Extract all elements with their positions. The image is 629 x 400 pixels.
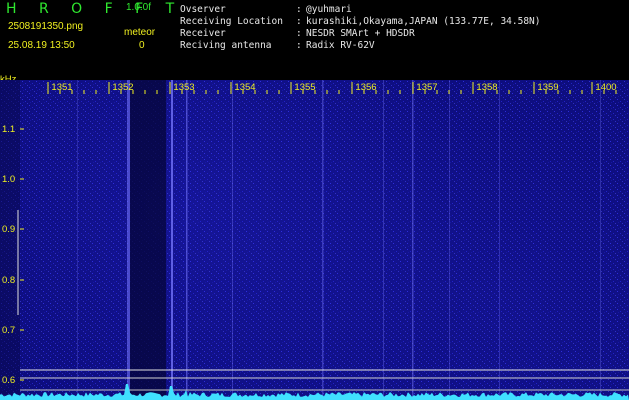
carrier-line bbox=[412, 80, 414, 400]
info-receiver-label: Receiver bbox=[180, 28, 226, 39]
freq-label-1352: 1352 bbox=[112, 82, 133, 93]
carrier-line bbox=[449, 80, 450, 400]
freq-label-1400: 1400 bbox=[595, 82, 616, 93]
info-antenna-label: Reciving antenna bbox=[180, 40, 272, 51]
freq-label-1353: 1353 bbox=[173, 82, 194, 93]
y-label-1.0: 1.0 bbox=[2, 174, 15, 185]
info-receiver-value: NESDR SMArt + HDSDR bbox=[306, 28, 415, 39]
app-version: 1.0.0f bbox=[126, 2, 152, 13]
freq-label-1355: 1355 bbox=[294, 82, 315, 93]
y-label-0.9: 0.9 bbox=[2, 224, 15, 235]
carrier-line bbox=[171, 80, 173, 400]
y-label-0.8: 0.8 bbox=[2, 275, 15, 286]
freq-label-1356: 1356 bbox=[355, 82, 376, 93]
dark-band bbox=[130, 80, 166, 400]
freq-label-1358: 1358 bbox=[476, 82, 497, 93]
y-label-0.6: 0.6 bbox=[2, 375, 15, 386]
info-separator: : bbox=[296, 28, 302, 39]
carrier-line bbox=[499, 80, 500, 400]
carrier-line bbox=[383, 80, 384, 400]
info-observer-label: Ovserver bbox=[180, 4, 226, 15]
y-label-0.7: 0.7 bbox=[2, 325, 15, 336]
carrier-line bbox=[77, 80, 78, 400]
carrier-line bbox=[232, 80, 233, 400]
y-label-1.1: 1.1 bbox=[2, 124, 15, 135]
carrier-line bbox=[322, 80, 324, 400]
freq-label-1359: 1359 bbox=[537, 82, 558, 93]
freq-label-1351: 1351 bbox=[51, 82, 72, 93]
info-observer-value: @yuhmari bbox=[306, 4, 352, 15]
info-location-value: kurashiki,Okayama,JAPAN (133.77E, 34.58N… bbox=[306, 16, 541, 27]
info-separator: : bbox=[296, 40, 302, 51]
noise-texture bbox=[0, 80, 629, 400]
spectrogram-overlay: 1351 1352 1353 1354 1355 1356 1357 1358 1359 1400… bbox=[0, 80, 629, 400]
carrier-line bbox=[600, 80, 601, 400]
freq-label-1357: 1357 bbox=[416, 82, 437, 93]
carrier-line bbox=[186, 80, 188, 400]
date-time: 25.08.19 13:50 bbox=[8, 40, 75, 51]
meteor-label: meteor bbox=[124, 27, 156, 38]
app-title: H R O F F T bbox=[6, 1, 184, 17]
carrier-line bbox=[127, 80, 130, 400]
info-location-label: Receiving Location bbox=[180, 16, 283, 27]
spectrogram: 1351 1352 1353 1354 1355 1356 1357 1358 1359 1400… bbox=[0, 80, 629, 400]
info-separator: : bbox=[296, 16, 302, 27]
meteor-count: 0 bbox=[139, 40, 145, 51]
freq-label-1354: 1354 bbox=[234, 82, 255, 93]
header-panel: H R O F F T 1.0.0f 2508191350.png meteor… bbox=[0, 0, 629, 84]
info-antenna-value: Radix RV-62V bbox=[306, 40, 375, 51]
file-name: 2508191350.png bbox=[8, 21, 84, 32]
info-separator: : bbox=[296, 4, 302, 15]
